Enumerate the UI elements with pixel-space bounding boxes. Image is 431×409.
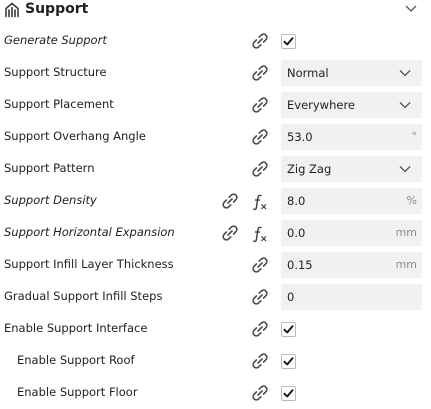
setting-row: Gradual Support Infill Steps 0 (0, 281, 431, 313)
setting-text-field[interactable]: 8.0% (281, 188, 422, 214)
field-value: 0.15 (287, 258, 313, 272)
field-unit: % (406, 194, 417, 207)
checkmark-icon (283, 37, 294, 46)
setting-label: Support Structure (4, 65, 107, 79)
setting-label: Generate Support (4, 33, 107, 47)
field-value: Normal (287, 66, 329, 80)
link-icon[interactable] (251, 96, 269, 114)
setting-row: Support Pattern Zig Zag (0, 153, 431, 185)
setting-checkbox[interactable] (281, 386, 296, 401)
setting-row: Support Overhang Angle 53.0 ° (0, 121, 431, 153)
category-header-support[interactable]: Support (0, 0, 431, 22)
chevron-down-icon (399, 102, 411, 109)
field-value: Everywhere (287, 98, 356, 112)
chevron-down-icon (399, 70, 411, 77)
setting-dropdown[interactable]: Zig Zag (281, 156, 422, 182)
setting-text-field[interactable]: 0 (281, 284, 422, 310)
setting-label: Support Placement (4, 97, 114, 111)
field-unit: ° (411, 130, 418, 143)
setting-label: Support Overhang Angle (4, 129, 146, 143)
setting-row: Support Structure Normal (0, 57, 431, 89)
category-title: Support (25, 1, 89, 17)
setting-label: Support Infill Layer Thickness (4, 257, 174, 271)
link-icon[interactable] (251, 64, 269, 82)
collapse-chevron-icon[interactable] (405, 4, 417, 14)
function-fx-icon[interactable] (252, 225, 268, 243)
setting-row: Support Placement Everywhere (0, 89, 431, 121)
function-fx-icon[interactable] (252, 193, 268, 211)
setting-label: Gradual Support Infill Steps (4, 289, 163, 303)
field-value: Zig Zag (287, 162, 332, 176)
setting-text-field[interactable]: 0.0 mm (281, 220, 422, 246)
setting-row: Support Infill Layer Thickness 0.15 mm (0, 249, 431, 281)
setting-row: Enable Support Floor (0, 377, 431, 409)
setting-checkbox[interactable] (281, 34, 296, 49)
field-value: 0 (287, 290, 295, 304)
setting-label: Enable Support Floor (17, 385, 138, 399)
checkmark-icon (283, 357, 294, 366)
checkmark-icon (283, 389, 294, 398)
setting-checkbox[interactable] (281, 354, 296, 369)
setting-label: Enable Support Roof (17, 353, 135, 367)
setting-row: Enable Support Interface (0, 313, 431, 345)
link-icon[interactable] (251, 160, 269, 178)
setting-row: Generate Support (0, 25, 431, 57)
setting-dropdown[interactable]: Everywhere (281, 92, 422, 118)
link-icon[interactable] (251, 32, 269, 50)
setting-label: Support Horizontal Expansion (4, 225, 175, 239)
field-value: 8.0 (287, 194, 306, 208)
setting-label: Enable Support Interface (4, 321, 148, 335)
setting-label: Support Density (4, 193, 97, 207)
link-icon[interactable] (221, 192, 239, 210)
field-value: 53.0 (287, 130, 313, 144)
setting-text-field[interactable]: 53.0 ° (281, 124, 422, 150)
link-icon[interactable] (251, 128, 269, 146)
field-value: 0.0 (287, 226, 306, 240)
field-unit: mm (395, 258, 417, 271)
link-icon[interactable] (251, 320, 269, 338)
support-category-icon (5, 2, 19, 18)
setting-row: Enable Support Roof (0, 345, 431, 377)
setting-row: Support Density 8.0% (0, 185, 431, 217)
link-icon[interactable] (221, 224, 239, 242)
setting-label: Support Pattern (4, 161, 95, 175)
chevron-down-icon (399, 166, 411, 173)
link-icon[interactable] (251, 288, 269, 306)
field-unit: mm (395, 226, 417, 239)
checkmark-icon (283, 325, 294, 334)
link-icon[interactable] (251, 384, 269, 402)
link-icon[interactable] (251, 256, 269, 274)
setting-checkbox[interactable] (281, 322, 296, 337)
setting-row: Support Horizontal Expansion 0.0 mm (0, 217, 431, 249)
setting-dropdown[interactable]: Normal (281, 60, 422, 86)
link-icon[interactable] (251, 352, 269, 370)
setting-text-field[interactable]: 0.15 mm (281, 252, 422, 278)
